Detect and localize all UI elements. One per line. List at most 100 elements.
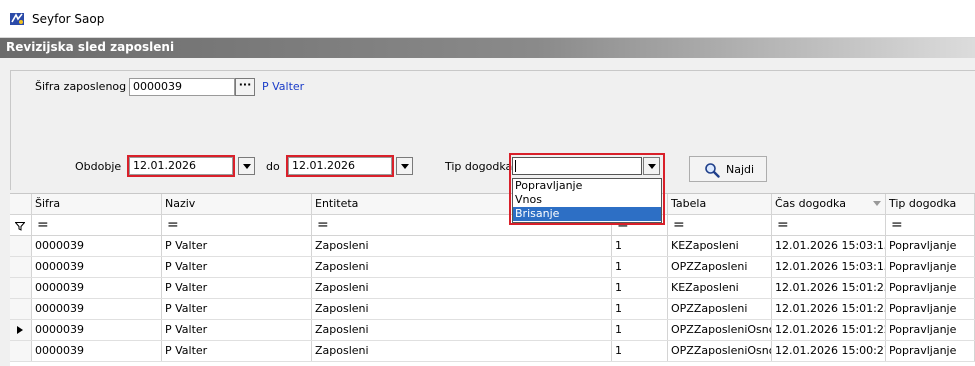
row-indicator[interactable] xyxy=(10,278,32,298)
col-header-cas-dogodka[interactable]: Čas dogodka xyxy=(772,194,886,214)
cell-tip[interactable]: Popravljanje xyxy=(886,257,975,277)
table-row[interactable]: 0000039 P Valter Zaposleni 1 OPZZaposleniOsn… xyxy=(10,320,975,341)
cell-tip[interactable]: Popravljanje xyxy=(886,236,975,256)
cell-sifra[interactable]: 0000039 xyxy=(32,257,162,277)
cell-cas[interactable]: 12.01.2026 15:01:22 xyxy=(772,320,886,340)
filter-row-indicator xyxy=(10,215,32,235)
funnel-icon[interactable] xyxy=(15,222,25,231)
cell-entiteta[interactable]: Zaposleni xyxy=(312,299,612,319)
form-header: Revizijska sled zaposleni xyxy=(0,38,975,58)
cell-naziv[interactable]: P Valter xyxy=(162,278,312,298)
row-indicator[interactable] xyxy=(10,320,32,340)
cell-sifra[interactable]: 0000039 xyxy=(32,341,162,361)
grid-header: Šifra Naziv Entiteta Tabela Čas dogodka … xyxy=(10,194,975,215)
date-to-input[interactable]: 12.01.2026 xyxy=(286,155,394,177)
search-button[interactable]: Najdi xyxy=(689,156,767,182)
cell-tip[interactable]: Popravljanje xyxy=(886,320,975,340)
filter-tip[interactable]: = xyxy=(886,215,975,235)
event-type-label: Tip dogodka xyxy=(445,160,513,173)
cell-naziv[interactable]: P Valter xyxy=(162,236,312,256)
cell-cas[interactable]: 12.01.2026 15:00:27 xyxy=(772,341,886,361)
col-header-cas-label: Čas dogodka xyxy=(775,197,846,210)
cell-naziv[interactable]: P Valter xyxy=(162,341,312,361)
date-from-input[interactable]: 12.01.2026 xyxy=(127,155,235,177)
cell-tabela[interactable]: KEZaposleni xyxy=(668,236,772,256)
magnifier-icon xyxy=(705,163,720,178)
cell-entiteta[interactable]: Zaposleni xyxy=(312,236,612,256)
cell-cas[interactable]: 12.01.2026 15:03:15 xyxy=(772,236,886,256)
cell-tip[interactable]: Popravljanje xyxy=(886,299,975,319)
cell-col-4[interactable]: 1 xyxy=(612,236,668,256)
event-type-dropdown-button[interactable] xyxy=(643,157,660,175)
cell-sifra[interactable]: 0000039 xyxy=(32,278,162,298)
table-row[interactable]: 0000039 P Valter Zaposleni 1 OPZZaposleni 12.… xyxy=(10,257,975,278)
filter-row: = = = = = = = xyxy=(10,215,975,236)
option-vnos[interactable]: Vnos xyxy=(513,193,661,207)
option-popravljanje[interactable]: Popravljanje xyxy=(513,179,661,193)
cell-cas[interactable]: 12.01.2026 15:01:23 xyxy=(772,278,886,298)
cell-col-4[interactable]: 1 xyxy=(612,320,668,340)
filter-cas[interactable]: = xyxy=(772,215,886,235)
cell-cas[interactable]: 12.01.2026 15:01:23 xyxy=(772,299,886,319)
cell-sifra[interactable]: 0000039 xyxy=(32,320,162,340)
cell-cas[interactable]: 12.01.2026 15:03:15 xyxy=(772,257,886,277)
app-window: Seyfor Saop Revizijska sled zaposleni Ši… xyxy=(0,0,975,366)
form-title: Revizijska sled zaposleni xyxy=(6,40,175,54)
period-label: Obdobje xyxy=(75,160,122,173)
employee-lookup-button[interactable]: ··· xyxy=(235,78,255,96)
header-corner xyxy=(10,194,32,214)
cell-col-4[interactable]: 1 xyxy=(612,341,668,361)
employee-name-link[interactable]: P Valter xyxy=(262,80,304,93)
sort-desc-icon xyxy=(873,201,881,206)
cell-col-4[interactable]: 1 xyxy=(612,299,668,319)
col-header-naziv[interactable]: Naziv xyxy=(162,194,312,214)
cell-tabela[interactable]: OPZZaposleni xyxy=(668,299,772,319)
title-bar: Seyfor Saop xyxy=(0,0,975,38)
cell-naziv[interactable]: P Valter xyxy=(162,257,312,277)
row-indicator[interactable] xyxy=(10,299,32,319)
event-type-options: Popravljanje Vnos Brisanje xyxy=(512,178,662,223)
date-from-dropdown[interactable] xyxy=(238,157,255,175)
employee-code-input[interactable]: 0000039 xyxy=(129,78,235,96)
cell-col-4[interactable]: 1 xyxy=(612,257,668,277)
cell-naziv[interactable]: P Valter xyxy=(162,299,312,319)
table-row[interactable]: 0000039 P Valter Zaposleni 1 KEZaposleni 12.0… xyxy=(10,236,975,257)
row-indicator[interactable] xyxy=(10,236,32,256)
cell-sifra[interactable]: 0000039 xyxy=(32,299,162,319)
to-label: do xyxy=(266,160,280,173)
cell-tip[interactable]: Popravljanje xyxy=(886,341,975,361)
event-type-input[interactable] xyxy=(512,157,642,175)
window-title: Seyfor Saop xyxy=(32,12,105,26)
cell-tabela[interactable]: OPZZaposleniOsno xyxy=(668,320,772,340)
option-brisanje[interactable]: Brisanje xyxy=(513,207,661,221)
filter-sifra[interactable]: = xyxy=(32,215,162,235)
cell-tabela[interactable]: KEZaposleni xyxy=(668,278,772,298)
audit-grid: Šifra Naziv Entiteta Tabela Čas dogodka … xyxy=(10,193,975,366)
cell-naziv[interactable]: P Valter xyxy=(162,320,312,340)
col-header-tip-dogodka[interactable]: Tip dogodka xyxy=(886,194,975,214)
search-button-label: Najdi xyxy=(726,163,755,176)
row-indicator[interactable] xyxy=(10,341,32,361)
cell-entiteta[interactable]: Zaposleni xyxy=(312,341,612,361)
col-header-tabela[interactable]: Tabela xyxy=(668,194,772,214)
date-to-dropdown[interactable] xyxy=(396,157,413,175)
app-logo-icon xyxy=(10,13,24,25)
cell-tip[interactable]: Popravljanje xyxy=(886,278,975,298)
col-header-sifra[interactable]: Šifra xyxy=(32,194,162,214)
table-row[interactable]: 0000039 P Valter Zaposleni 1 OPZZaposleniOsn… xyxy=(10,341,975,362)
cell-entiteta[interactable]: Zaposleni xyxy=(312,320,612,340)
cell-tabela[interactable]: OPZZaposleniOsno xyxy=(668,341,772,361)
row-pointer-icon xyxy=(17,326,23,334)
cell-entiteta[interactable]: Zaposleni xyxy=(312,257,612,277)
filter-naziv[interactable]: = xyxy=(162,215,312,235)
table-row[interactable]: 0000039 P Valter Zaposleni 1 KEZaposleni 12.0… xyxy=(10,278,975,299)
text-caret xyxy=(515,160,516,172)
table-row[interactable]: 0000039 P Valter Zaposleni 1 OPZZaposleni 12.… xyxy=(10,299,975,320)
filter-tabela[interactable]: = xyxy=(668,215,772,235)
cell-col-4[interactable]: 1 xyxy=(612,278,668,298)
cell-entiteta[interactable]: Zaposleni xyxy=(312,278,612,298)
cell-tabela[interactable]: OPZZaposleni xyxy=(668,257,772,277)
cell-sifra[interactable]: 0000039 xyxy=(32,236,162,256)
employee-code-label: Šifra zaposlenog xyxy=(35,80,127,93)
row-indicator[interactable] xyxy=(10,257,32,277)
